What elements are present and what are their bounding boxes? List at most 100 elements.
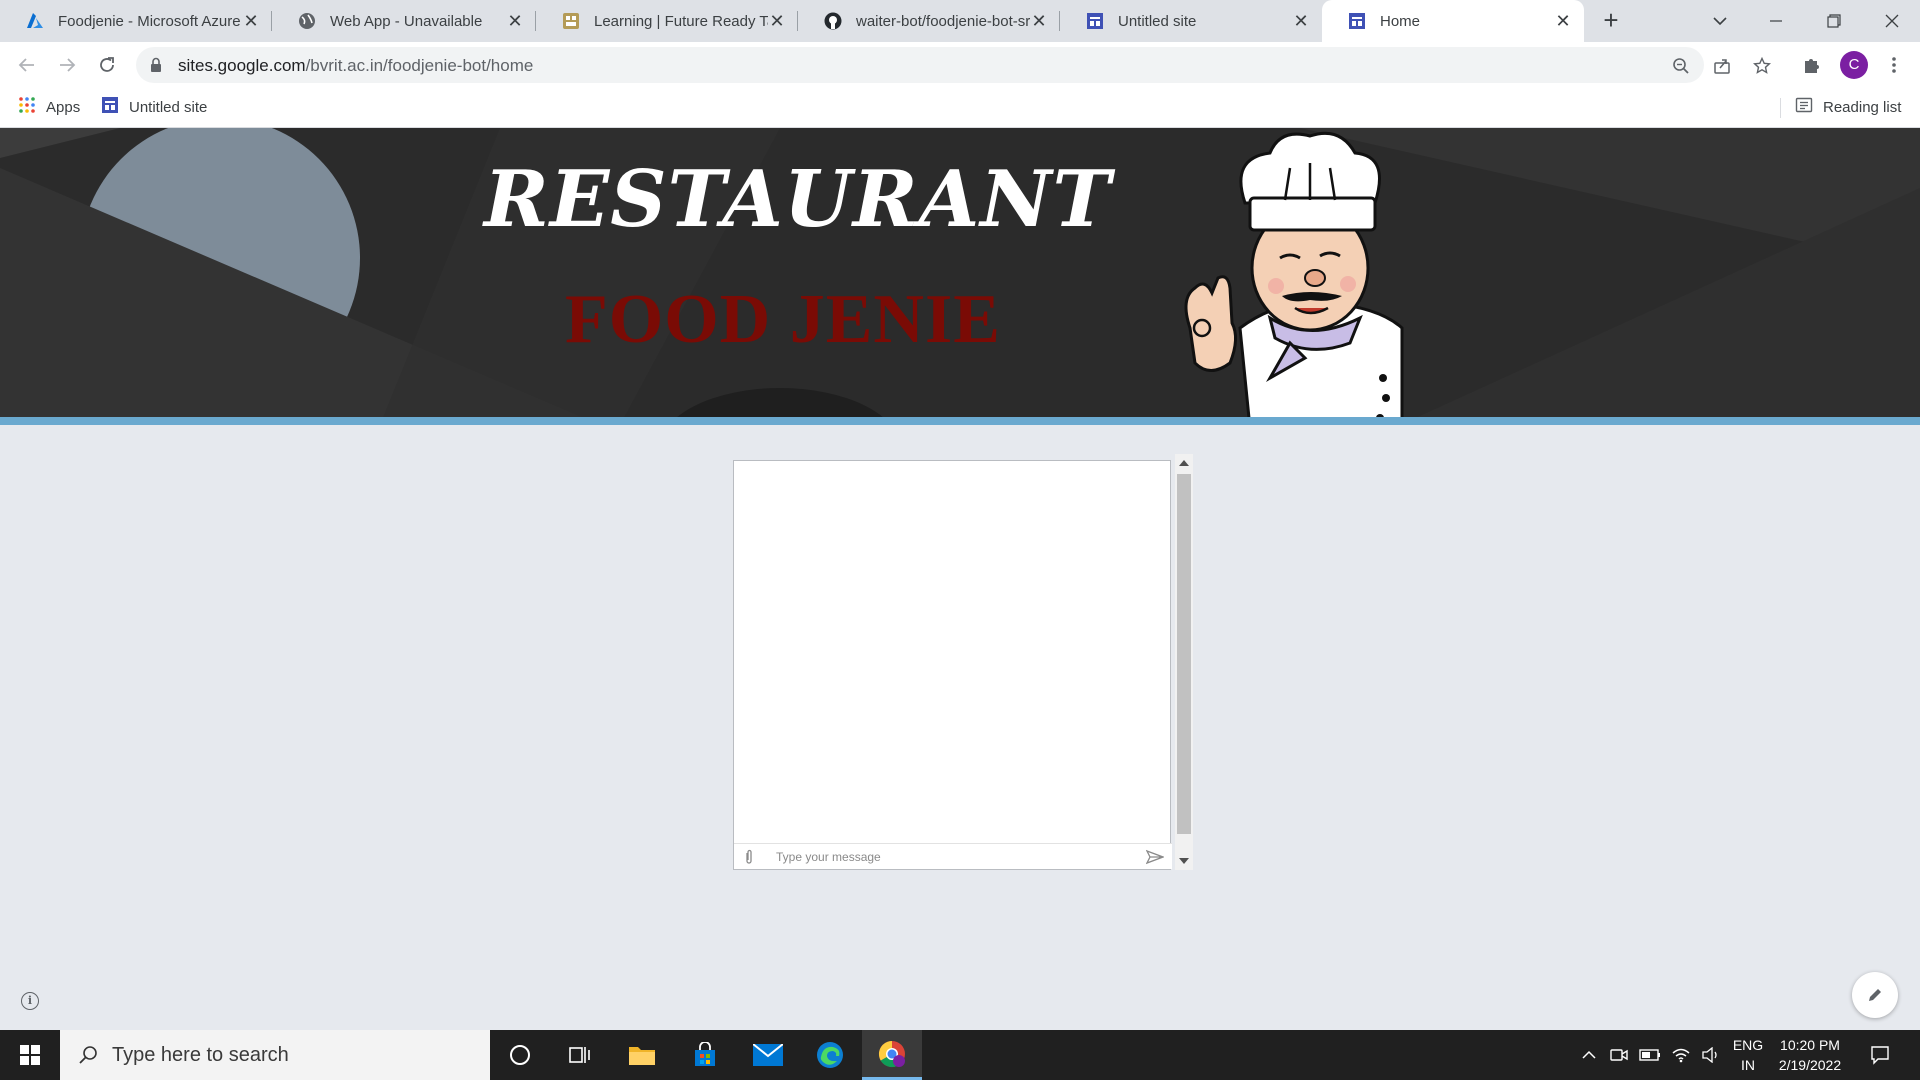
google-sites-icon: [101, 96, 119, 118]
tab-title: Learning | Future Ready Talent: [594, 12, 768, 30]
bookmarks-bar: Apps Untitled site Reading list: [0, 88, 1920, 128]
site-page: RESTAURANT FOOD JENIE Type your message …: [0, 128, 1920, 1030]
bookmark-star-icon[interactable]: [1751, 55, 1773, 77]
address-bar[interactable]: sites.google.com/bvrit.ac.in/foodjenie-b…: [136, 47, 1771, 83]
back-button[interactable]: [12, 50, 42, 80]
tab-web-app[interactable]: Web App - Unavailable ✕: [272, 0, 536, 42]
file-explorer-button[interactable]: [612, 1030, 672, 1080]
pencil-icon: [1869, 989, 1881, 1001]
taskbar-clock[interactable]: 10:20 PM 2/19/2022: [1768, 1035, 1852, 1075]
microsoft-store-button[interactable]: [675, 1030, 735, 1080]
folder-icon: [629, 1047, 655, 1065]
azure-icon: [26, 12, 44, 30]
url-host: sites.google.com: [178, 56, 306, 75]
reading-list-button[interactable]: Reading list: [1795, 96, 1901, 118]
github-icon: [824, 12, 842, 30]
edge-icon: [817, 1042, 843, 1068]
chrome-icon: [878, 1040, 905, 1067]
tab-close-icon[interactable]: ✕: [242, 12, 260, 30]
tab-title: Foodjenie - Microsoft Azure: [58, 12, 241, 30]
input-language-indicator[interactable]: ENG IN: [1728, 1035, 1768, 1075]
close-window-button[interactable]: [1864, 0, 1920, 42]
notification-center-icon: [1871, 1046, 1889, 1065]
battery-icon[interactable]: [1634, 1030, 1666, 1080]
tab-title: Web App - Unavailable: [330, 12, 483, 30]
clock-time: 10:20 PM: [1780, 1037, 1840, 1053]
lock-icon[interactable]: [150, 57, 162, 78]
bookmark-label: Untitled site: [129, 98, 208, 116]
globe-icon: [298, 12, 316, 30]
tab-strip: Foodjenie - Microsoft Azure ✕ Web App - …: [0, 0, 1920, 42]
bookmark-apps[interactable]: Apps: [18, 96, 80, 118]
clock-date: 2/19/2022: [1778, 1057, 1842, 1073]
minimize-button[interactable]: [1748, 0, 1804, 42]
tab-github[interactable]: waiter-bot/foodjenie-bot-src ✕: [798, 0, 1060, 42]
language-code: ENG: [1732, 1037, 1764, 1053]
edit-pencil-button[interactable]: [1852, 972, 1898, 1018]
meet-now-icon[interactable]: [1604, 1030, 1634, 1080]
extensions-puzzle-icon[interactable]: [1797, 50, 1827, 80]
tab-title: waiter-bot/foodjenie-bot-src: [856, 12, 1030, 30]
tab-close-icon[interactable]: ✕: [1030, 12, 1048, 30]
zoom-icon[interactable]: [1670, 55, 1692, 77]
chrome-menu-icon[interactable]: [1879, 50, 1909, 80]
chat-window[interactable]: [733, 460, 1172, 870]
tab-untitled-site[interactable]: Untitled site ✕: [1060, 0, 1322, 42]
share-icon[interactable]: [1711, 55, 1733, 77]
cortana-circle-icon: [510, 1045, 530, 1065]
google-sites-icon: [1086, 12, 1104, 30]
reading-list-label: Reading list: [1823, 98, 1902, 116]
google-sites-icon: [1348, 12, 1366, 30]
edge-browser-button[interactable]: [800, 1030, 860, 1080]
attachment-paperclip-icon[interactable]: [744, 849, 754, 870]
site-info-icon[interactable]: i: [21, 992, 39, 1010]
mail-button[interactable]: [738, 1030, 798, 1080]
bookmarks-divider: [1780, 98, 1781, 118]
new-tab-button[interactable]: +: [1598, 7, 1624, 34]
notifications-button[interactable]: [1860, 1030, 1900, 1080]
tab-close-icon[interactable]: ✕: [768, 12, 786, 30]
tab-search-chevron-icon[interactable]: [1692, 0, 1748, 42]
scroll-up-arrow-icon[interactable]: [1179, 460, 1189, 466]
scroll-down-arrow-icon[interactable]: [1179, 858, 1189, 864]
cortana-button[interactable]: [490, 1030, 550, 1080]
forward-button[interactable]: [52, 50, 82, 80]
chat-message-input[interactable]: [776, 849, 1116, 865]
tab-close-icon[interactable]: ✕: [1292, 12, 1310, 30]
chat-scrollbar[interactable]: [1175, 454, 1193, 870]
windows-taskbar: Type here to search ENG IN 10:20 PM 2/19…: [0, 1030, 1920, 1080]
header-banner: RESTAURANT FOOD JENIE: [0, 128, 1920, 425]
url-text[interactable]: sites.google.com/bvrit.ac.in/foodjenie-b…: [178, 56, 533, 76]
task-view-button[interactable]: [550, 1030, 610, 1080]
learning-icon: [562, 12, 580, 30]
chatbot-widget: [733, 454, 1193, 870]
search-icon: [78, 1045, 98, 1065]
profile-avatar[interactable]: C: [1840, 51, 1868, 79]
tab-close-icon[interactable]: ✕: [506, 12, 524, 30]
restore-button[interactable]: [1806, 0, 1862, 42]
site-subheading: FOOD JENIE: [565, 281, 1001, 358]
taskbar-search-placeholder: Type here to search: [112, 1043, 289, 1066]
bookmark-label: Apps: [46, 98, 81, 116]
url-path: /bvrit.ac.in/foodjenie-bot/home: [305, 56, 534, 75]
volume-icon[interactable]: [1696, 1030, 1726, 1080]
tab-home[interactable]: Home ✕: [1322, 0, 1584, 42]
tab-title: Home: [1380, 12, 1421, 30]
tab-learning[interactable]: Learning | Future Ready Talent ✕: [536, 0, 798, 42]
wifi-icon[interactable]: [1666, 1030, 1696, 1080]
tab-title: Untitled site: [1118, 12, 1197, 30]
windows-logo-icon: [20, 1045, 40, 1065]
taskbar-search-box[interactable]: Type here to search: [60, 1030, 490, 1080]
scrollbar-thumb[interactable]: [1177, 474, 1191, 834]
browser-toolbar: sites.google.com/bvrit.ac.in/foodjenie-b…: [0, 42, 1920, 88]
chrome-taskbar-button[interactable]: [862, 1030, 922, 1080]
task-view-icon: [569, 1047, 590, 1063]
windows-start-button[interactable]: [0, 1030, 60, 1080]
tab-azure[interactable]: Foodjenie - Microsoft Azure ✕: [0, 0, 272, 42]
apps-grid-icon: [18, 96, 36, 118]
send-icon[interactable]: [1145, 849, 1165, 870]
tray-overflow-chevron-icon[interactable]: [1576, 1030, 1602, 1080]
tab-close-icon[interactable]: ✕: [1554, 12, 1572, 30]
bookmark-untitled-site[interactable]: Untitled site: [101, 96, 207, 118]
reload-button[interactable]: [92, 50, 122, 80]
